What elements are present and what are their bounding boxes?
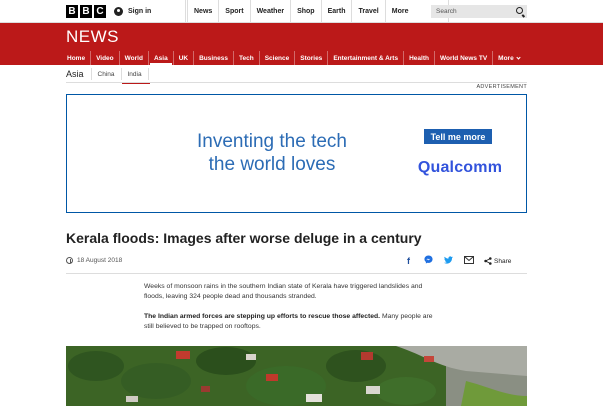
news-title[interactable]: NEWS	[66, 27, 119, 47]
news-nav-asia[interactable]: Asia	[149, 51, 174, 65]
subnav-divider	[66, 82, 527, 83]
article-headline: Kerala floods: Images after worse deluge…	[66, 230, 422, 246]
news-nav-more-label: More	[498, 54, 514, 62]
global-nav-more-label: More	[391, 7, 409, 15]
email-icon[interactable]	[464, 255, 474, 267]
news-nav-world[interactable]: World	[120, 51, 149, 65]
user-icon	[114, 6, 123, 16]
messenger-icon[interactable]	[424, 255, 433, 267]
global-nav-earth[interactable]: Earth	[322, 0, 353, 22]
logo-letter-c: C	[94, 5, 106, 18]
article-date: 18 August 2018	[66, 257, 122, 264]
share-tools: f Share	[404, 255, 511, 267]
global-nav: News Sport Weather Shop Earth Travel Mor…	[187, 0, 449, 22]
meta-divider	[66, 273, 527, 274]
news-nav-video[interactable]: Video	[91, 51, 120, 65]
flood-aerial-photo	[66, 346, 527, 406]
ad-cta-button[interactable]: Tell me more	[424, 129, 492, 144]
search-placeholder: Search	[436, 8, 457, 15]
search-input[interactable]: Search	[431, 5, 527, 18]
global-nav-shop[interactable]: Shop	[291, 0, 322, 22]
sign-in-link[interactable]: Sign in	[114, 0, 186, 22]
share-label: Share	[494, 257, 512, 265]
share-button[interactable]: Share	[484, 257, 511, 265]
clock-icon	[66, 257, 73, 264]
bbc-logo[interactable]: B B C	[66, 5, 106, 18]
advertisement-banner[interactable]: Inventing the tech the world loves Tell …	[66, 94, 527, 213]
news-nav-more[interactable]: More	[493, 51, 525, 65]
global-header: B B C Sign in News Sport Weather Shop Ea…	[0, 0, 603, 23]
global-nav-weather[interactable]: Weather	[251, 0, 292, 22]
news-nav: Home Video World Asia UK Business Tech S…	[62, 51, 525, 65]
chevron-down-icon	[516, 54, 521, 60]
subnav-india[interactable]: India	[121, 68, 150, 84]
news-nav-health[interactable]: Health	[404, 51, 435, 65]
share-icon	[484, 257, 492, 265]
logo-letter-b1: B	[66, 5, 78, 18]
ad-headline: Inventing the tech the world loves	[147, 130, 397, 176]
search-icon[interactable]	[516, 7, 523, 14]
twitter-icon[interactable]	[444, 255, 453, 267]
news-nav-tech[interactable]: Tech	[234, 51, 260, 65]
facebook-icon[interactable]: f	[404, 255, 413, 267]
news-nav-entertainment[interactable]: Entertainment & Arts	[328, 51, 405, 65]
news-nav-world-news-tv[interactable]: World News TV	[435, 51, 494, 65]
news-header: NEWS Home Video World Asia UK Business T…	[0, 23, 603, 65]
ad-headline-line-1: Inventing the tech	[197, 131, 347, 152]
article-paragraph-2-bold: The Indian armed forces are stepping up …	[144, 313, 381, 320]
article-paragraph-1: Weeks of monsoon rains in the southern I…	[144, 283, 423, 300]
advertisement-label: ADVERTISEMENT	[476, 84, 527, 90]
news-nav-science[interactable]: Science	[260, 51, 296, 65]
news-nav-home[interactable]: Home	[62, 51, 92, 65]
sign-in-label: Sign in	[128, 7, 152, 15]
subnav-section-title[interactable]: Asia	[66, 68, 92, 80]
news-nav-stories[interactable]: Stories	[295, 51, 329, 65]
subnav-china[interactable]: China	[92, 68, 122, 80]
ad-headline-line-2: the world loves	[208, 154, 336, 175]
article-paragraph-2: The Indian armed forces are stepping up …	[144, 312, 434, 331]
global-nav-news[interactable]: News	[187, 0, 220, 22]
global-nav-travel[interactable]: Travel	[352, 0, 386, 22]
global-nav-sport[interactable]: Sport	[219, 0, 251, 22]
news-nav-uk[interactable]: UK	[174, 51, 195, 65]
article-date-text: 18 August 2018	[77, 257, 123, 264]
ad-brand-logo: Qualcomm	[417, 159, 503, 176]
news-nav-business[interactable]: Business	[194, 51, 234, 65]
photo-illustration	[66, 346, 527, 406]
section-subnav: Asia China India	[66, 66, 150, 84]
logo-letter-b2: B	[80, 5, 92, 18]
